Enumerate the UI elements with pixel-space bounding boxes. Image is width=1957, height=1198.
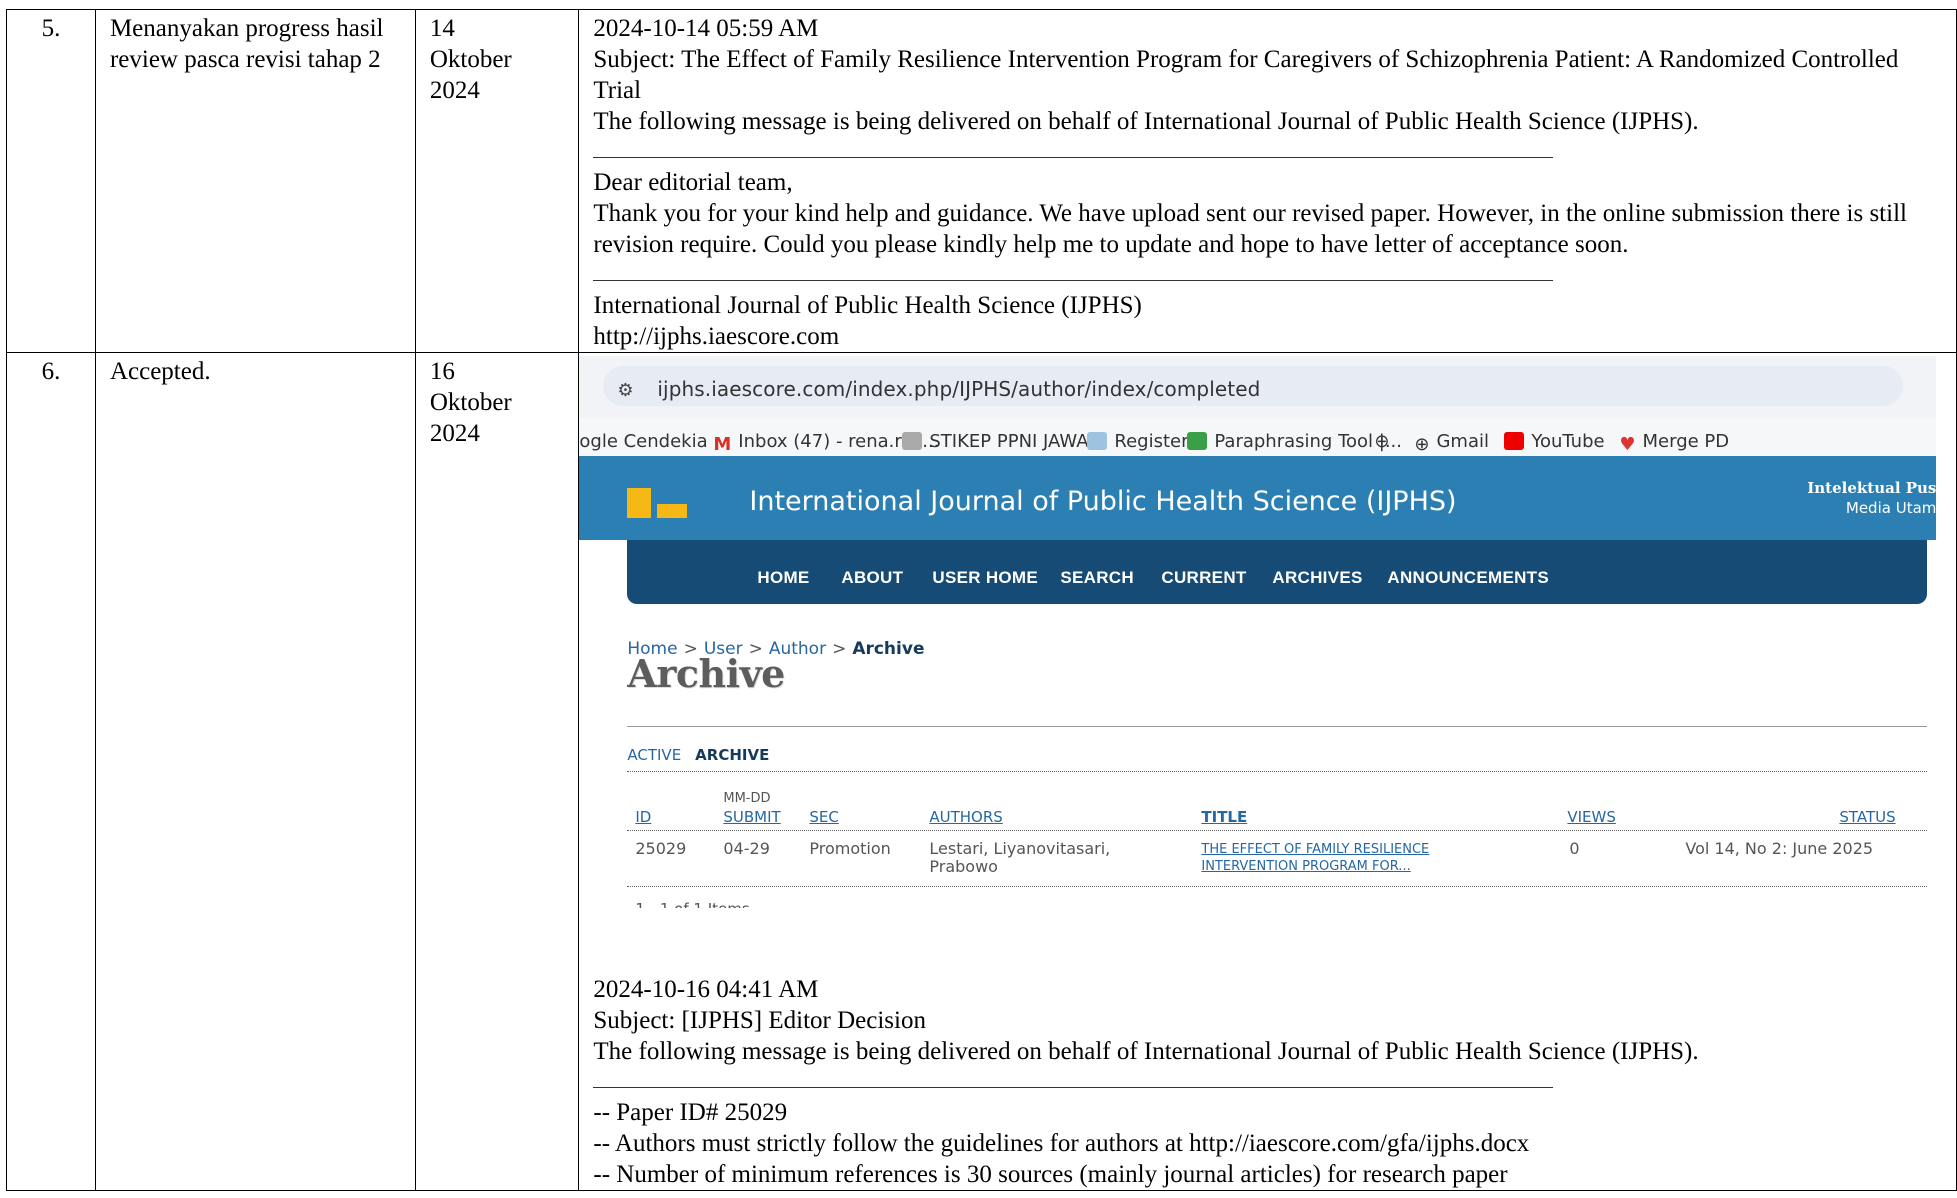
stikep-icon (902, 432, 923, 450)
activity-cell: Menanyakan progress hasil review pasca r… (94, 9, 416, 353)
log-row-5: 5. Menanyakan progress hasil review pasc… (6, 9, 1957, 353)
journal-banner: International Journal of Public Health S… (579, 456, 1937, 540)
col-title[interactable]: TITLE (1201, 802, 1247, 833)
row-number: 6. (6, 352, 96, 1191)
date-day: 16 (429, 358, 455, 385)
activity-cell: Accepted. (94, 352, 416, 1191)
col-authors[interactable]: AUTHORS (929, 802, 1002, 833)
separator-line (593, 260, 1956, 290)
date-month: Oktober (429, 389, 512, 416)
page-title: Archive (627, 651, 785, 696)
cell-submit: 04-29 (723, 839, 770, 858)
email-delivered-note: The following message is being delivered… (593, 108, 1699, 135)
journal-title: International Journal of Public Health S… (749, 486, 1457, 517)
publisher-mark: Intelektual Pus Media Utam (1807, 479, 1937, 517)
activity-line: Menanyakan progress hasil (109, 15, 384, 42)
email-item: -- Number of minimum references is 30 so… (593, 1161, 1508, 1188)
nav-archives[interactable]: ARCHIVES (1272, 562, 1362, 593)
youtube-icon (1504, 432, 1525, 450)
nav-current[interactable]: CURRENT (1161, 562, 1246, 593)
bookmarks-bar: ogle Cendekia M Inbox (47) - rena.rns... … (579, 418, 1937, 457)
cell-status: Vol 14, No 2: June 2025 (1685, 839, 1874, 858)
date-year: 2024 (429, 77, 480, 104)
nav-search[interactable]: SEARCH (1060, 562, 1134, 593)
globe-icon: ⊕ (1414, 434, 1430, 455)
separator-line (593, 1067, 1956, 1097)
url-text[interactable]: ijphs.iaescore.com/index.php/IJPHS/autho… (657, 374, 1260, 405)
log-row-6: 6. Accepted. 16 Oktober 2024 ⚙ ijphs.iae… (6, 352, 1957, 1191)
site-settings-icon[interactable]: ⚙ (617, 375, 633, 406)
date-month: Oktober (429, 46, 512, 73)
nav-home[interactable]: HOME (757, 562, 809, 593)
browser-address-bar: ⚙ ijphs.iaescore.com/index.php/IJPHS/aut… (579, 356, 1937, 418)
heart-icon: ♥ (1619, 434, 1636, 455)
email-timestamp: 2024-10-14 05:59 AM (593, 15, 819, 42)
email-timestamp: 2024-10-16 04:41 AM (593, 976, 819, 1003)
archive-subtabs: ACTIVE ARCHIVE (627, 740, 769, 771)
nav-announcements[interactable]: ANNOUNCEMENTS (1387, 562, 1549, 593)
activity-line: review pasca revisi tahap 2 (109, 46, 381, 73)
nav-user-home[interactable]: USER HOME (932, 562, 1038, 593)
cell-title-link[interactable]: THE EFFECT OF FAMILY RESILIENCE INTERVENT… (1201, 841, 1429, 875)
journal-nav: HOME ABOUT USER HOME SEARCH CURRENT ARCH… (627, 540, 1928, 604)
correspondence-log-table: 5. Menanyakan progress hasil review pasc… (6, 9, 1957, 1191)
register-icon (1087, 432, 1108, 450)
bookmark-merge[interactable]: ♥ Merge PD (1619, 426, 1729, 457)
date-cell: 14 Oktober 2024 (414, 9, 580, 353)
col-id[interactable]: ID (635, 802, 651, 833)
cell-id: 25029 (635, 839, 687, 858)
items-count: 1 - 1 of 1 Items (635, 894, 749, 908)
email-subject: Subject: [IJPHS] Editor Decision (593, 1007, 926, 1034)
separator-line (593, 137, 1956, 167)
email-item: -- Authors must strictly follow the guid… (593, 1130, 1530, 1157)
crumb-archive: Archive (852, 639, 925, 659)
date-day: 14 (429, 15, 455, 42)
cell-authors: Lestari, Liyanovitasari, Prabowo (929, 839, 1111, 876)
email-signature: International Journal of Public Health S… (593, 292, 1142, 319)
date-cell: 16 Oktober 2024 (414, 352, 580, 1191)
bookmark-youtube[interactable]: YouTube (1504, 426, 1605, 457)
email-url: http://ijphs.iaescore.com (593, 323, 840, 350)
col-views[interactable]: VIEWS (1567, 802, 1616, 833)
col-sec[interactable]: SEC (809, 802, 838, 833)
globe-icon[interactable]: ⊕ (1374, 426, 1389, 457)
email-body: Thank you for your kind help and guidanc… (593, 200, 1907, 258)
gmail-icon: M (713, 434, 732, 455)
col-submit[interactable]: SUBMIT (723, 802, 780, 833)
email-cell: ⚙ ijphs.iaescore.com/index.php/IJPHS/aut… (578, 352, 1957, 1191)
row-number: 5. (6, 9, 96, 353)
bookmark-cendekia[interactable]: ogle Cendekia (579, 426, 707, 457)
email-subject: Subject: The Effect of Family Resilience… (593, 46, 1899, 104)
bookmark-gmail[interactable]: ⊕ Gmail (1414, 426, 1489, 457)
email-delivered-note: The following message is being delivered… (593, 1038, 1699, 1065)
email-item: -- Paper ID# 25029 (593, 1099, 788, 1126)
tab-active[interactable]: ACTIVE (627, 746, 681, 764)
col-status[interactable]: STATUS (1839, 802, 1895, 833)
email-cell: 2024-10-14 05:59 AM Subject: The Effect … (578, 9, 1957, 353)
bookmark-paraphrasing[interactable]: Paraphrasing Tool |... (1187, 426, 1402, 457)
ojs-archive-screenshot: ⚙ ijphs.iaescore.com/index.php/IJPHS/aut… (579, 356, 1937, 956)
cell-sec: Promotion (809, 839, 891, 858)
paraphrasing-icon (1187, 432, 1208, 450)
bookmark-stikep[interactable]: STIKEP PPNI JAWA... (902, 426, 1105, 457)
cell-views: 0 (1569, 839, 1580, 858)
activity-line: Accepted. (109, 358, 211, 385)
tab-archive[interactable]: ARCHIVE (695, 746, 769, 764)
bookmark-register[interactable]: Register (1087, 426, 1188, 457)
nav-about[interactable]: ABOUT (841, 562, 903, 593)
date-year: 2024 (429, 420, 480, 447)
email-greeting: Dear editorial team, (593, 169, 793, 196)
